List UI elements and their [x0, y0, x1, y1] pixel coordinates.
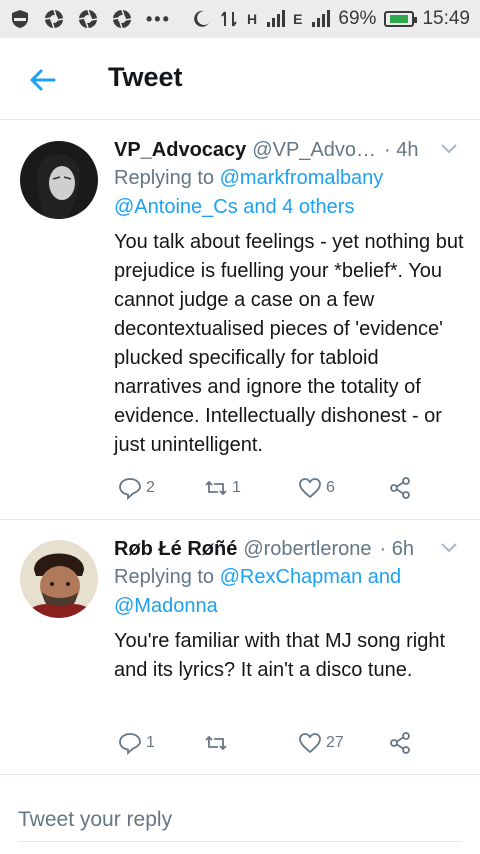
retweet-icon	[205, 735, 227, 751]
replying-to: Replying to @markfromalbany @Antoine_Cs …	[114, 164, 464, 222]
aperture-icon	[78, 9, 98, 29]
like-count: 6	[326, 479, 335, 496]
tweet-text: You're familiar with that MJ song right …	[114, 630, 446, 681]
reply-count: 2	[146, 479, 155, 496]
data-transfer-icon	[221, 11, 237, 27]
like-button[interactable]: 6	[298, 476, 388, 500]
tweet-text: You talk about feelings - yet nothing bu…	[114, 231, 464, 456]
tweet-time: · 6h	[379, 538, 414, 560]
top-app-bar: Tweet	[0, 38, 480, 120]
tweet-card[interactable]: VP_Advocacy @VP_Advo… · 4h Replying to @…	[0, 121, 480, 520]
network-type-e: E	[293, 11, 303, 27]
reply-input[interactable]	[18, 798, 462, 842]
tweet-header: VP_Advocacy @VP_Advo… · 4h	[114, 139, 464, 162]
chevron-down-icon[interactable]	[440, 143, 458, 155]
retweet-icon	[205, 480, 227, 496]
battery-icon	[384, 11, 418, 27]
mention-link[interactable]: @markfromalbany	[220, 167, 384, 189]
reply-count: 1	[146, 734, 155, 751]
mention-link[interactable]: @Antoine_Cs and 4 others	[114, 196, 354, 218]
clock: 15:49	[422, 8, 470, 29]
replying-to: Replying to @RexChapman and @Madonna	[114, 563, 464, 621]
status-left-icons: •••	[10, 9, 171, 30]
like-count: 27	[326, 734, 344, 751]
display-name[interactable]: Røb Łé Røñé	[114, 538, 237, 561]
retweet-button[interactable]: 1	[204, 476, 298, 500]
reply-icon	[119, 733, 141, 755]
reply-button[interactable]: 1	[118, 731, 204, 755]
status-bar: ••• H E 69% 15:49	[0, 0, 480, 38]
share-button[interactable]	[388, 476, 412, 500]
shield-icon	[12, 10, 28, 28]
heart-icon	[299, 733, 321, 754]
tweet-card[interactable]: Røb Łé Røñé @robertlerone · 6h Replying …	[0, 520, 480, 775]
avatar[interactable]	[20, 141, 98, 219]
aperture-icon	[44, 9, 64, 29]
display-name[interactable]: VP_Advocacy	[114, 139, 246, 162]
reply-button[interactable]: 2	[118, 476, 204, 500]
tweet-actions: 2 1 6	[118, 476, 412, 500]
reply-icon	[119, 478, 141, 500]
reply-composer[interactable]	[18, 798, 462, 842]
status-right-icons: H E 69% 15:49	[191, 8, 470, 30]
heart-icon	[299, 478, 321, 499]
aperture-icon	[112, 9, 132, 29]
share-icon	[390, 732, 410, 754]
tweet-body: VP_Advocacy @VP_Advo… · 4h Replying to @…	[114, 139, 464, 460]
tweet-body: Røb Łé Røñé @robertlerone · 6h Replying …	[114, 538, 464, 685]
tweet-time: · 4h	[384, 139, 419, 161]
tweet-header: Røb Łé Røñé @robertlerone · 6h	[114, 538, 464, 561]
retweet-count: 1	[232, 479, 241, 496]
chevron-down-icon[interactable]	[440, 542, 458, 554]
share-button[interactable]	[388, 731, 412, 755]
user-handle[interactable]: @robertlerone	[243, 538, 371, 561]
like-button[interactable]: 27	[298, 731, 388, 755]
avatar[interactable]	[20, 540, 98, 618]
network-type-h: H	[246, 11, 258, 27]
mention-link[interactable]: @RexChapman and	[220, 566, 402, 588]
more-notifications-icon: •••	[146, 8, 171, 29]
page-title: Tweet	[108, 62, 183, 92]
replying-prefix: Replying to	[114, 566, 220, 588]
mention-link[interactable]: @Madonna	[114, 595, 218, 617]
signal-icon	[312, 10, 331, 27]
user-handle[interactable]: @VP_Advo…	[252, 139, 376, 162]
tweet-actions: 1 27	[118, 731, 412, 755]
arrow-left-icon[interactable]	[28, 66, 56, 94]
retweet-button[interactable]	[204, 731, 298, 755]
share-icon	[390, 477, 410, 499]
replying-prefix: Replying to	[114, 167, 220, 189]
signal-icon	[267, 10, 286, 27]
moon-icon	[194, 10, 209, 27]
battery-percent: 69%	[338, 8, 377, 29]
